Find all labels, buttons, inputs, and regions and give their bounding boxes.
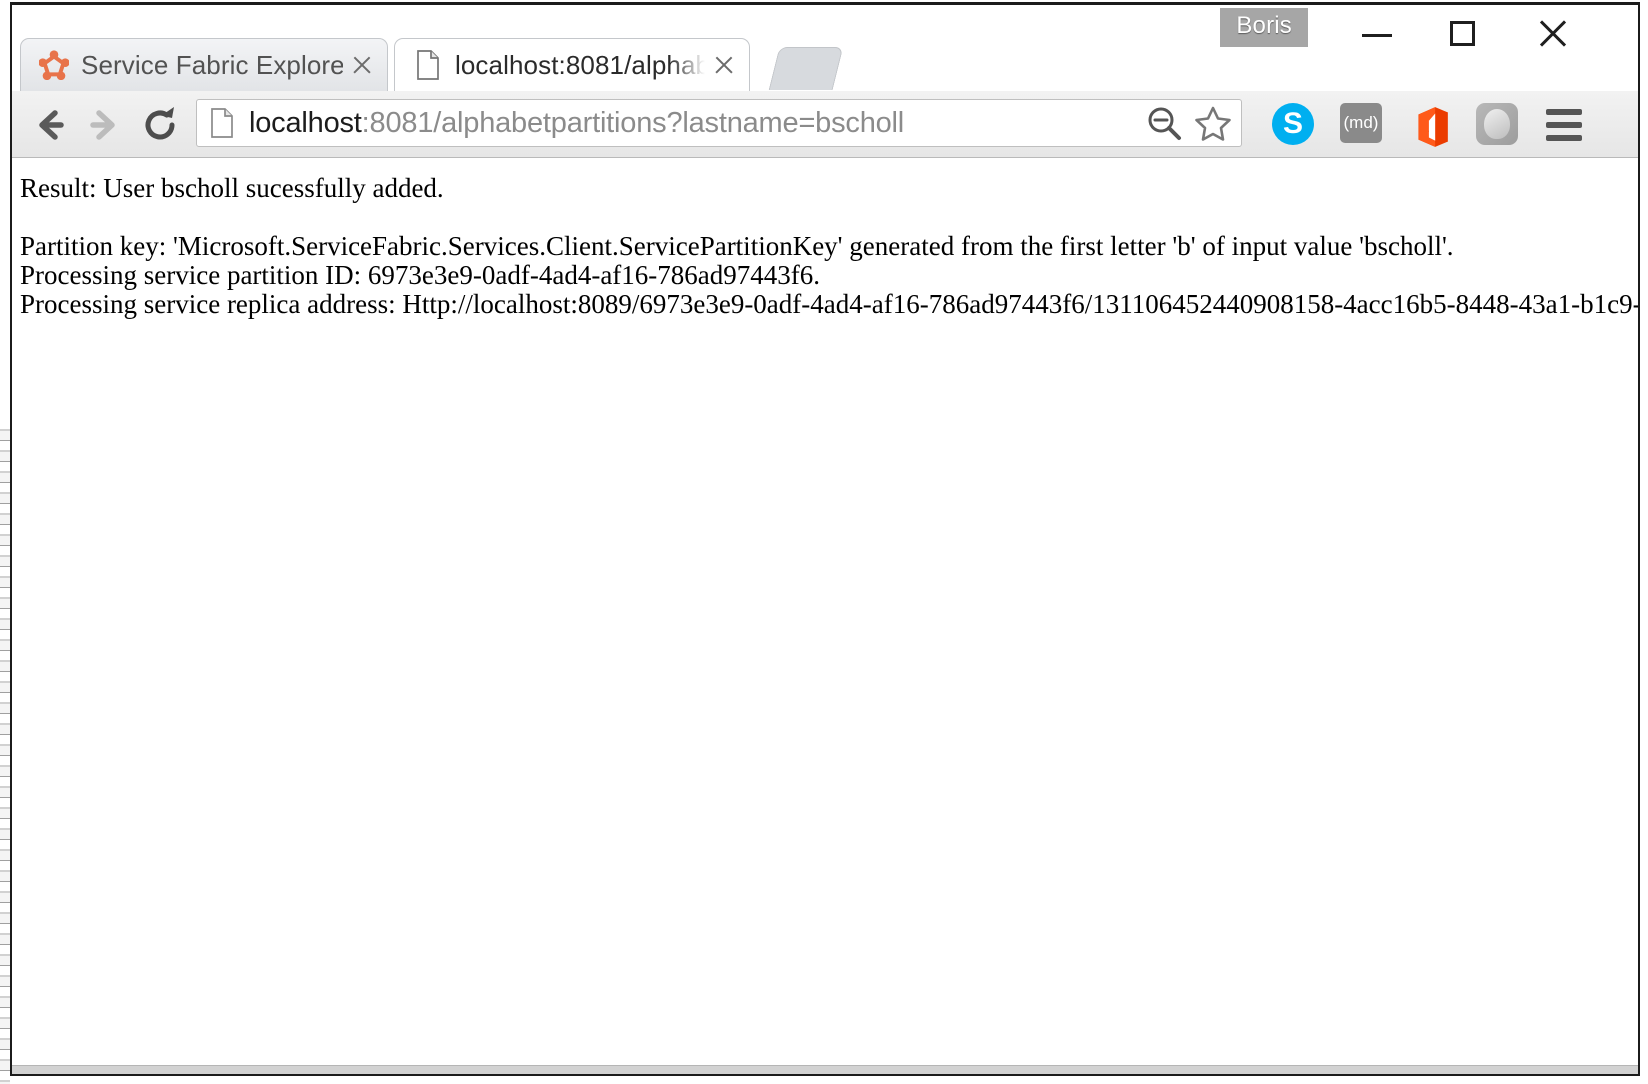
partition-id-line: Processing service partition ID: 6973e3e… — [20, 260, 821, 290]
forward-button[interactable] — [82, 103, 126, 147]
replica-address-line: Processing service replica address: Http… — [20, 289, 1638, 319]
service-fabric-icon — [39, 50, 69, 80]
partition-key-line: Partition key: 'Microsoft.ServiceFabric.… — [20, 231, 1454, 261]
url-path: :8081/alphabetpartitions?lastname=bschol… — [361, 106, 905, 139]
tab-close-icon[interactable] — [709, 50, 739, 80]
page-icon — [417, 50, 439, 80]
maximize-button[interactable] — [1420, 5, 1506, 61]
tab-localhost-alphabetpartitions[interactable]: localhost:8081/alphabetpa — [394, 38, 750, 91]
minimize-icon — [1362, 34, 1392, 37]
close-window-button[interactable] — [1510, 5, 1596, 61]
office-icon — [1418, 107, 1448, 147]
reload-icon — [145, 107, 175, 140]
chrome-menu-button[interactable] — [1546, 103, 1592, 149]
address-bar[interactable]: localhost:8081/alphabetpartitions?lastna… — [196, 99, 1242, 147]
url-host: localhost — [249, 106, 362, 139]
hamburger-menu-icon — [1546, 109, 1582, 141]
minimize-button[interactable] — [1334, 5, 1420, 61]
url-text: localhost:8081/alphabetpartitions?lastna… — [249, 107, 1141, 140]
tab-service-fabric-explorer[interactable]: Service Fabric Explorer — [20, 38, 388, 91]
skype-extension-button[interactable]: S — [1272, 103, 1318, 149]
reload-button[interactable] — [138, 103, 182, 147]
ghost-extension-button[interactable] — [1476, 103, 1522, 149]
user-profile-badge[interactable]: Boris — [1220, 8, 1308, 47]
tab-strip: Service Fabric Explorer localhost:8081/a… — [12, 5, 1638, 91]
maximize-icon — [1450, 21, 1475, 46]
tab-close-icon[interactable] — [347, 50, 377, 80]
arrow-left-icon — [39, 110, 64, 140]
close-icon — [1538, 19, 1568, 49]
arrow-right-icon — [90, 110, 115, 140]
background-window-sliver-mask — [0, 0, 10, 420]
zoom-out-icon[interactable] — [1141, 101, 1185, 145]
result-line: Result: User bscholl sucessfully added. — [20, 173, 444, 203]
page-security-icon — [211, 108, 233, 138]
office-extension-button[interactable] — [1408, 103, 1454, 149]
window-bottom-edge — [12, 1065, 1638, 1074]
tab-label: localhost:8081/alphabetpa — [455, 49, 705, 80]
page-content: Result: User bscholl sucessfully added. … — [12, 158, 1638, 1066]
back-button[interactable] — [28, 103, 72, 147]
skype-icon: S — [1272, 103, 1314, 145]
browser-toolbar: localhost:8081/alphabetpartitions?lastna… — [12, 91, 1638, 158]
bookmark-star-icon[interactable] — [1191, 101, 1235, 145]
tab-label: Service Fabric Explorer — [81, 49, 343, 80]
browser-window: Service Fabric Explorer localhost:8081/a… — [0, 0, 1648, 1084]
md-extension-button[interactable]: (md) — [1340, 103, 1386, 149]
chrome-frame: Service Fabric Explorer localhost:8081/a… — [10, 2, 1640, 1076]
ghost-icon — [1476, 103, 1518, 145]
new-tab-button[interactable] — [768, 47, 844, 90]
md-icon: (md) — [1340, 103, 1382, 143]
